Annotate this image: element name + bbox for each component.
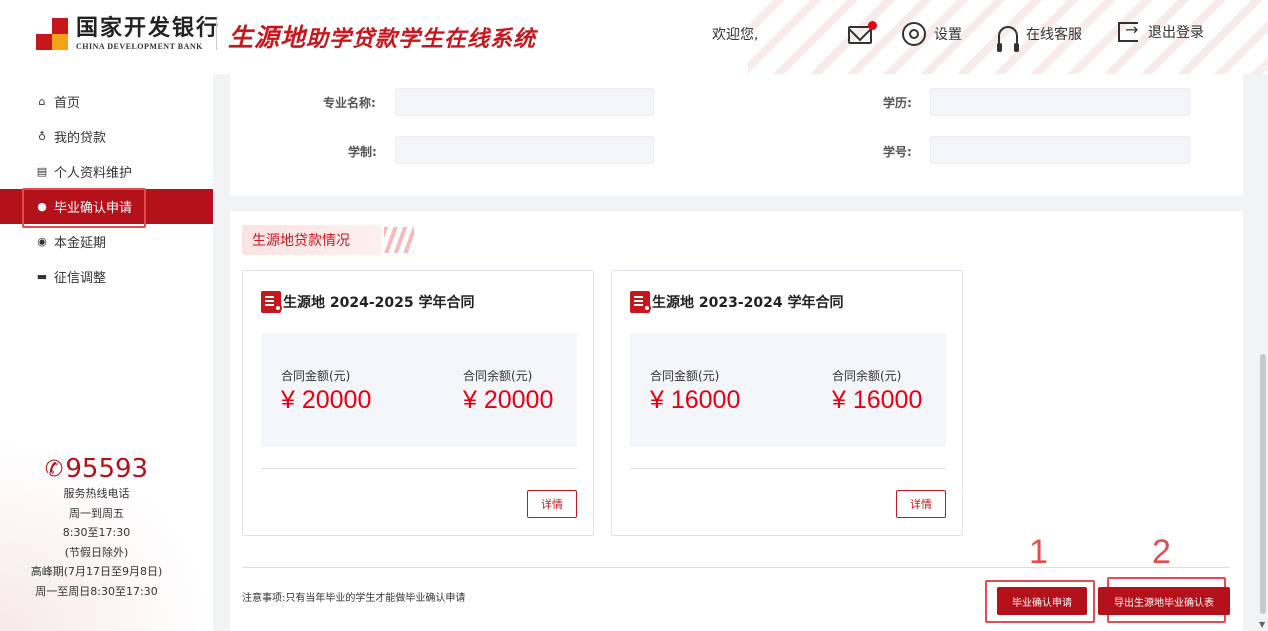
bank-logo-mark	[36, 17, 68, 50]
sidebar-item-label: 征信调整	[54, 271, 107, 286]
highlight-annotation-box	[22, 188, 146, 228]
phone-icon: ✆	[44, 456, 64, 482]
section-title: 生源地贷款情况	[242, 225, 414, 255]
contract-amount: ¥ 20000	[281, 386, 372, 414]
online-service-button[interactable]: 在线客服	[997, 22, 1082, 52]
sidebar-item-label: 首页	[54, 96, 81, 111]
id-card-icon: ▤	[36, 165, 48, 178]
student-no-label: 学号:	[883, 145, 912, 159]
contract-title: 生源地 2024-2025 学年合同	[261, 291, 475, 313]
logout-icon	[1118, 20, 1138, 42]
hotline-line: 周一到周五	[69, 506, 124, 520]
online-service-label: 在线客服	[1026, 27, 1082, 43]
clock-icon: ◉	[37, 235, 47, 248]
logout-button[interactable]: 退出登录	[1118, 20, 1204, 42]
top-header: 国家开发银行 CHINA DEVELOPMENT BANK 生源地助学贷款学生在…	[0, 0, 1268, 74]
hotline-line: (节假日除外)	[64, 545, 129, 559]
page-scrollbar[interactable]: ▼	[1258, 74, 1268, 631]
welcome-text: 欢迎您,	[712, 27, 759, 43]
bank-logo[interactable]: 国家开发银行 CHINA DEVELOPMENT BANK	[36, 16, 220, 51]
home-icon: ⌂	[38, 95, 46, 108]
bank-name-en: CHINA DEVELOPMENT BANK	[76, 42, 203, 51]
settings-label: 设置	[934, 27, 962, 43]
gear-icon	[902, 22, 926, 46]
hotline-line: 高峰期(7月17日至9月8日)	[30, 565, 163, 578]
sidebar-item-home[interactable]: ⌂ 首页	[0, 84, 213, 119]
sidebar-item-my-loans[interactable]: ♁ 我的贷款	[0, 119, 213, 154]
hotline-line: 服务热线电话	[63, 487, 130, 500]
amount-summary: 合同金额(元) ¥ 16000 合同余额(元) ¥ 16000	[630, 333, 946, 447]
settings-button[interactable]: 设置	[902, 22, 962, 46]
bank-name-cn: 国家开发银行	[76, 15, 221, 41]
messages-button[interactable]	[848, 21, 877, 44]
loan-icon: ♁	[37, 130, 47, 143]
sidebar-item-label: 个人资料维护	[54, 166, 133, 181]
contract-title: 生源地 2023-2024 学年合同	[630, 291, 844, 313]
sidebar-item-credit-adjustment[interactable]: ▬ 征信调整	[0, 259, 213, 294]
unread-dot	[868, 21, 877, 30]
logout-label: 退出登录	[1148, 25, 1204, 41]
mail-icon	[848, 21, 877, 44]
profile-panel: 专业名称: 学历: 学制: 学号:	[230, 74, 1243, 196]
header-divider	[216, 20, 217, 50]
major-label: 专业名称:	[323, 96, 376, 110]
major-field[interactable]	[395, 88, 654, 116]
sidebar-menu: ⌂ 首页 ♁ 我的贷款 ▤ 个人资料维护 ● 毕业确认申请 ◉ 本金延期 ▬ 征…	[0, 84, 213, 294]
export-confirmation-button[interactable]: 导出生源地毕业确认表	[1098, 587, 1230, 615]
annotation-number-1: 1	[1029, 533, 1048, 571]
detail-button[interactable]: 详情	[527, 490, 577, 518]
card-divider	[630, 468, 946, 469]
loan-panel: 生源地贷款情况 生源地 2024-2025 学年合同 合同金额(元) ¥ 200…	[230, 211, 1243, 631]
balance-label: 合同余额(元)	[463, 369, 533, 383]
graduation-apply-button[interactable]: 毕业确认申请	[997, 587, 1087, 615]
sidebar-item-principal-deferral[interactable]: ◉ 本金延期	[0, 224, 213, 259]
footer-divider	[242, 567, 1230, 568]
scroll-thumb[interactable]	[1260, 354, 1266, 614]
contract-icon	[630, 291, 651, 313]
contract-balance: ¥ 16000	[832, 386, 923, 414]
system-title: 生源地助学贷款学生在线系统	[228, 23, 537, 52]
sidebar-item-label: 本金延期	[54, 236, 107, 251]
sidebar-item-graduation-confirm[interactable]: ● 毕业确认申请	[0, 188, 213, 228]
notice-text: 注意事项:只有当年毕业的学生才能做毕业确认申请	[242, 593, 466, 604]
contract-balance: ¥ 20000	[463, 386, 554, 414]
education-label: 学历:	[883, 96, 912, 110]
hotline-number: ✆ 95593	[44, 454, 149, 484]
amount-summary: 合同金额(元) ¥ 20000 合同余额(元) ¥ 20000	[261, 333, 577, 447]
hotline-info: ✆ 95593 服务热线电话 周一到周五 8:30至17:30 (节假日除外) …	[0, 454, 213, 601]
detail-button[interactable]: 详情	[896, 490, 946, 518]
education-field[interactable]	[930, 88, 1190, 116]
sidebar-item-profile[interactable]: ▤ 个人资料维护	[0, 154, 213, 189]
duration-label: 学制:	[348, 145, 377, 159]
contract-card: 生源地 2023-2024 学年合同 合同金额(元) ¥ 16000 合同余额(…	[611, 270, 963, 536]
annotation-number-2: 2	[1152, 533, 1171, 571]
hotline-line: 周一至周日8:30至17:30	[35, 584, 158, 598]
headset-icon	[997, 26, 1019, 52]
card-icon: ▬	[36, 270, 48, 283]
card-divider	[261, 468, 577, 469]
contract-amount: ¥ 16000	[650, 386, 741, 414]
sidebar: ⌂ 首页 ♁ 我的贷款 ▤ 个人资料维护 ● 毕业确认申请 ◉ 本金延期 ▬ 征…	[0, 74, 213, 631]
contract-icon	[261, 291, 282, 313]
amount-label: 合同金额(元)	[281, 369, 351, 383]
student-no-field[interactable]	[930, 136, 1190, 164]
duration-field[interactable]	[395, 136, 654, 164]
hotline-line: 8:30至17:30	[62, 526, 131, 539]
amount-label: 合同金额(元)	[650, 369, 720, 383]
balance-label: 合同余额(元)	[832, 369, 902, 383]
sidebar-item-label: 我的贷款	[54, 131, 107, 146]
scroll-down-icon[interactable]: ▼	[1259, 620, 1265, 629]
contract-card: 生源地 2024-2025 学年合同 合同金额(元) ¥ 20000 合同余额(…	[242, 270, 594, 536]
